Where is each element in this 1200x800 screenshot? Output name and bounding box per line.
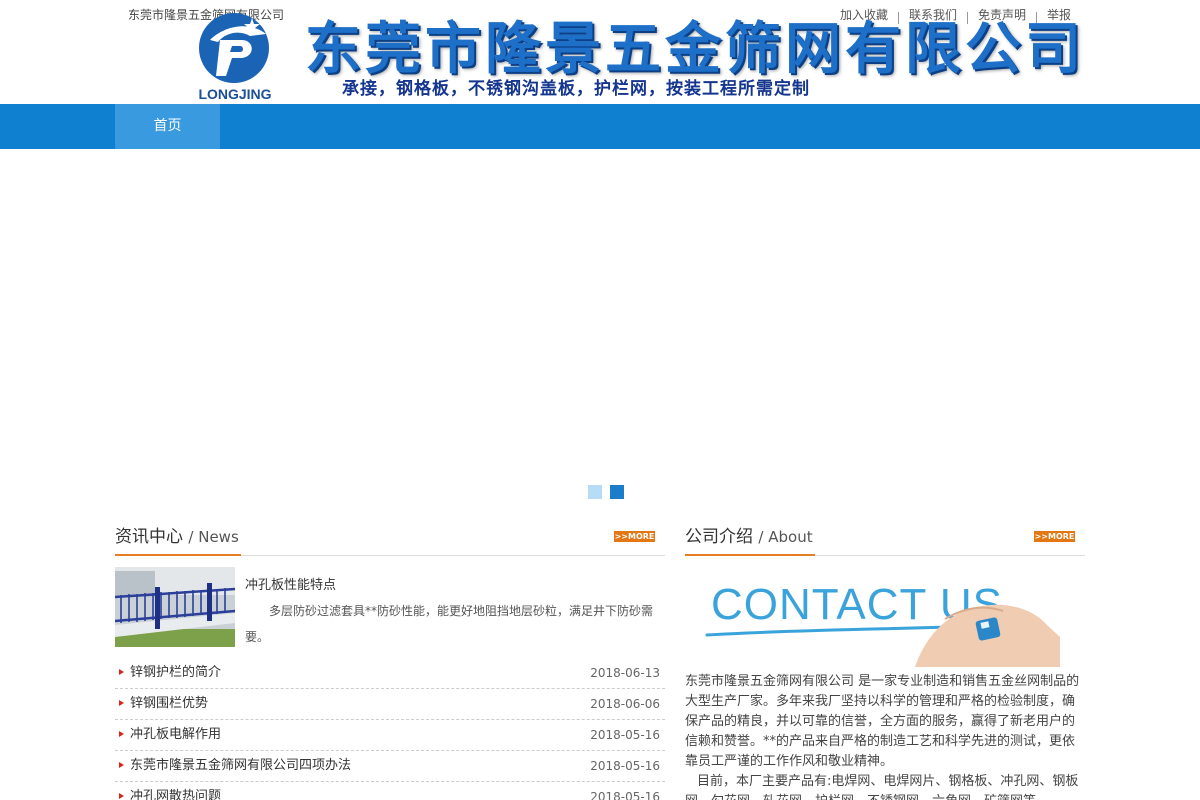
about-section-header: 公司介绍 / About >>MORE	[685, 524, 1085, 556]
bullet-arrow-icon	[119, 731, 124, 737]
news-item-title[interactable]: 冲孔网散热问题	[130, 782, 221, 800]
list-item[interactable]: 东莞市隆景五金筛网有限公司四项办法 2018-05-16	[115, 751, 665, 782]
news-item-date: 2018-05-16	[590, 728, 660, 742]
news-section-header: 资讯中心 / News >>MORE	[115, 524, 665, 556]
nav-item-home[interactable]: 首页	[115, 104, 220, 149]
about-title-en: / About	[758, 528, 813, 546]
logo-emblem-icon: LONGJING	[198, 13, 272, 102]
contact-us-picture-icon: CONTACT US	[705, 580, 1060, 667]
news-title-en: / News	[188, 528, 239, 546]
list-item[interactable]: 冲孔网散热问题 2018-05-16	[115, 782, 665, 800]
slider-dot-1[interactable]	[588, 485, 602, 499]
news-item-date: 2018-05-16	[590, 759, 660, 773]
banner-slider	[0, 149, 1200, 504]
news-item-title[interactable]: 锌钢围栏优势	[130, 689, 208, 719]
news-item-date: 2018-06-13	[590, 666, 660, 680]
contact-us-image[interactable]: CONTACT US	[685, 567, 1060, 667]
news-item-date: 2018-06-06	[590, 697, 660, 711]
about-paragraph-2: 目前，本厂主要产品有:电焊网、电焊网片、钢格板、冲孔网、钢板网、勾花网、轧花网、…	[685, 774, 1079, 800]
news-item-title[interactable]: 锌钢护栏的简介	[130, 658, 221, 688]
logo-text: LONGJING	[198, 86, 271, 102]
main-nav: 首页	[0, 104, 1200, 149]
about-section-title: 公司介绍 / About	[685, 524, 815, 556]
news-featured-image[interactable]	[115, 567, 235, 647]
news-list: 锌钢护栏的简介 2018-06-13 锌钢围栏优势 2018-06-06 冲孔板…	[115, 658, 665, 800]
news-more-button[interactable]: >>MORE	[614, 531, 655, 542]
list-item[interactable]: 冲孔板电解作用 2018-05-16	[115, 720, 665, 751]
news-title-cn: 资讯中心	[115, 527, 183, 547]
news-featured-summary: 多层防砂过滤套具**防砂性能，能更好地阻挡地层砂粒，满足井下防砂需要。	[245, 604, 654, 644]
news-featured-title[interactable]: 冲孔板性能特点	[245, 574, 336, 593]
about-paragraph-1: 东莞市隆景五金筛网有限公司 是一家专业制造和销售五金丝网制品的大型生产厂家。多年…	[685, 674, 1080, 769]
company-logo[interactable]: LONGJING	[196, 10, 274, 102]
about-description: 东莞市隆景五金筛网有限公司 是一家专业制造和销售五金丝网制品的大型生产厂家。多年…	[685, 672, 1083, 800]
news-item-date: 2018-05-16	[590, 790, 660, 800]
about-title-cn: 公司介绍	[685, 527, 753, 547]
bullet-arrow-icon	[119, 762, 124, 768]
about-more-button[interactable]: >>MORE	[1034, 531, 1075, 542]
list-item[interactable]: 锌钢护栏的简介 2018-06-13	[115, 658, 665, 689]
bullet-arrow-icon	[119, 793, 124, 799]
brand-slogan: 承接，钢格板，不锈钢沟盖板，护栏网，按装工程所需定制	[342, 79, 810, 99]
fence-photo-icon	[115, 567, 235, 647]
news-item-title[interactable]: 冲孔板电解作用	[130, 720, 221, 750]
news-section-title: 资讯中心 / News	[115, 524, 241, 556]
news-item-title[interactable]: 东莞市隆景五金筛网有限公司四项办法	[130, 751, 351, 781]
list-item[interactable]: 锌钢围栏优势 2018-06-06	[115, 689, 665, 720]
bullet-arrow-icon	[119, 700, 124, 706]
slider-dot-2[interactable]	[610, 485, 624, 499]
bullet-arrow-icon	[119, 669, 124, 675]
brand-title: 东莞市隆景五金筛网有限公司	[305, 16, 1085, 82]
